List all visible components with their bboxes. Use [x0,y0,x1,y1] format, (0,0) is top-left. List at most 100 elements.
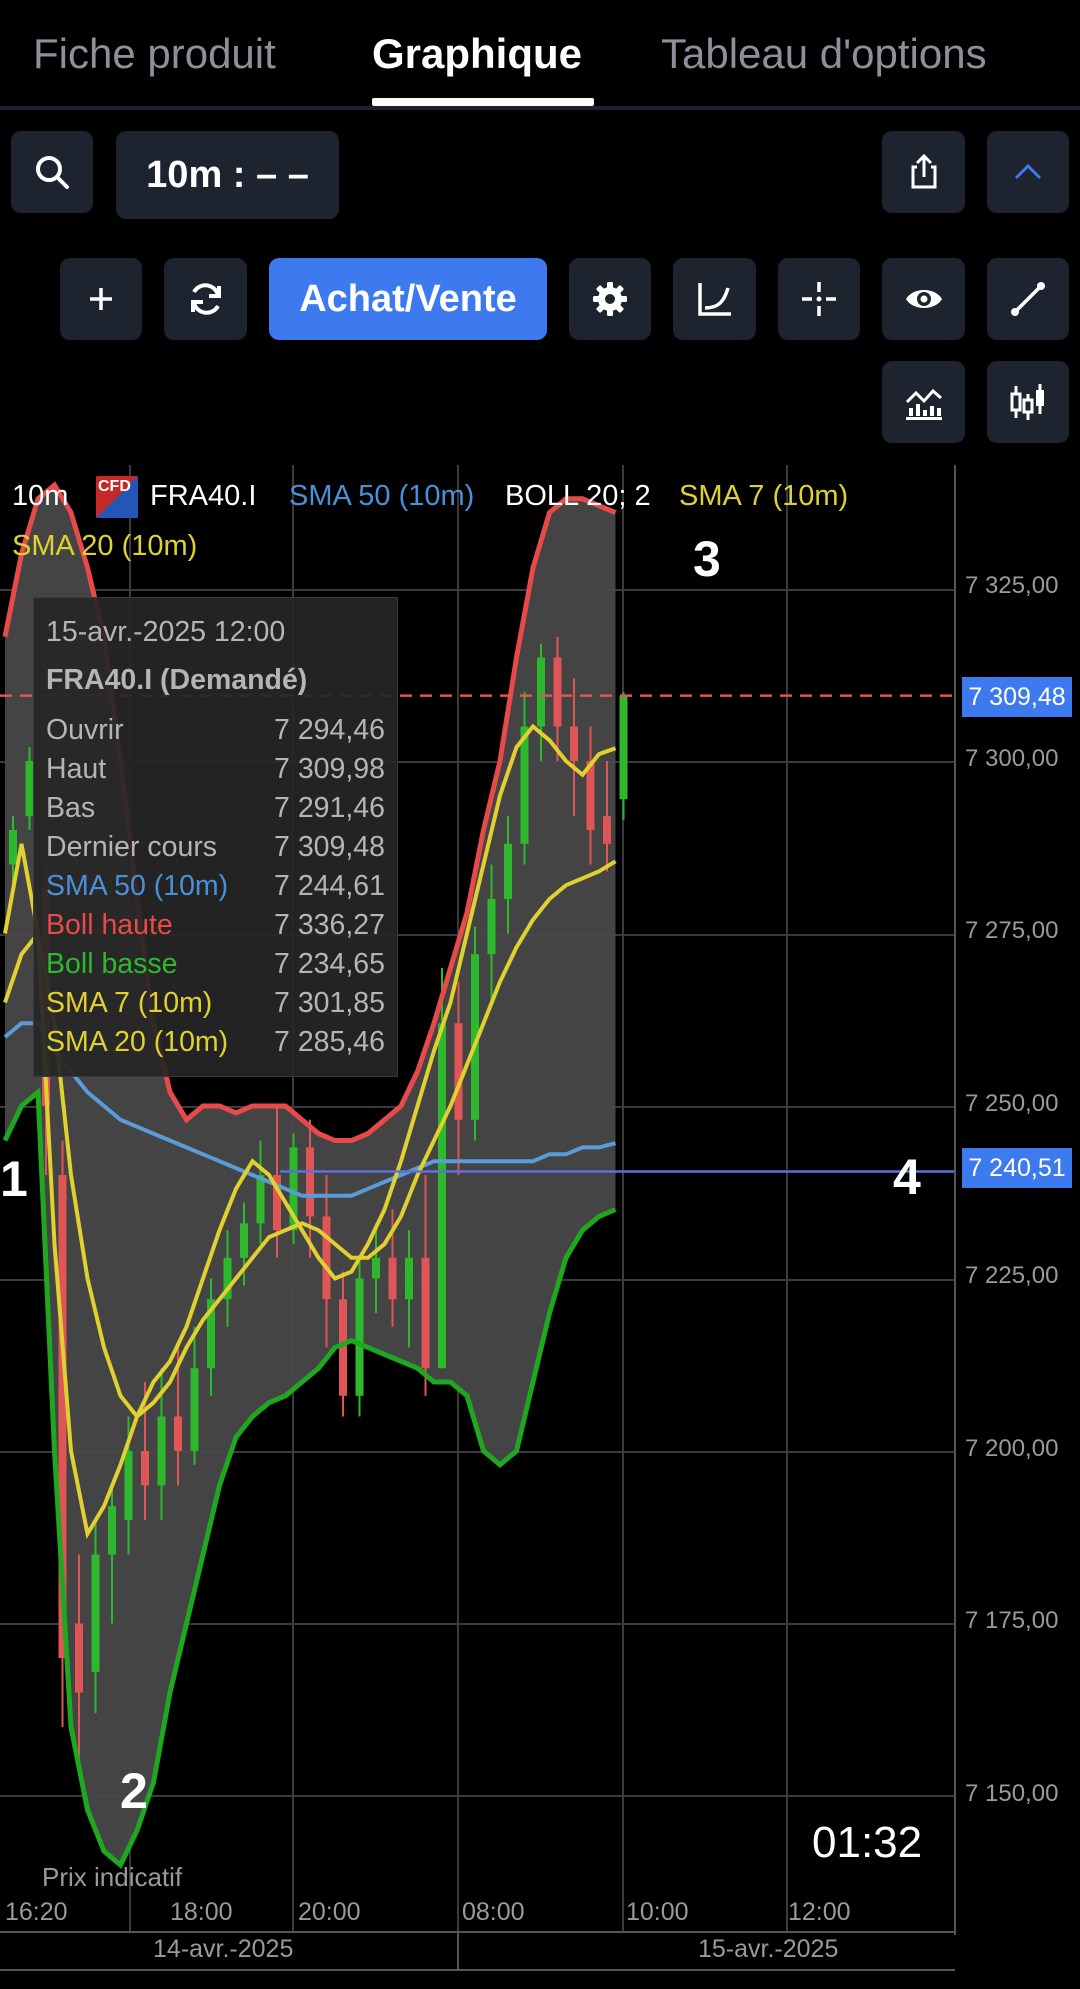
tooltip-row: SMA 20 (10m) 7 285,46 [46,1026,385,1062]
tooltip-row: Dernier cours 7 309,48 [46,831,385,867]
time-axis-label: 20:00 [298,1898,361,1926]
hline-price-flag: 7 240,51 [962,1148,1072,1188]
tooltip-row-value: 7 244,61 [274,870,385,902]
candle-body [619,695,628,800]
buy-sell-button[interactable]: Achat/Vente [269,258,547,340]
tooltip-row-value: 7 309,98 [274,753,385,785]
tab-graphique[interactable]: Graphique [372,30,582,78]
candle-body [75,1623,83,1693]
time-axis-label: 08:00 [462,1898,525,1926]
price-axis-label: 7 150,00 [965,1779,1059,1807]
active-tab-indicator [372,98,594,106]
candle-body [372,1257,380,1279]
time-axis-label: 12:00 [788,1898,851,1926]
refresh-icon [190,283,221,315]
candle-body [157,1416,166,1486]
candle-body [141,1451,149,1486]
refresh-button[interactable] [164,258,247,340]
cfd-badge-text: CFD [98,478,131,495]
price-axis-label: 7 275,00 [965,917,1059,944]
tooltip-row-value: 7 291,46 [274,792,385,824]
candlestick-icon [1010,384,1044,420]
add-button[interactable] [60,258,142,340]
indicative-price-label: Prix indicatif [42,1862,183,1892]
eye-icon [905,290,942,308]
crosshair-button[interactable] [778,258,860,340]
price-axis-label: 7 225,00 [965,1262,1059,1289]
candle-body [421,1257,430,1369]
candle-body [190,1368,199,1451]
time-axis-label: 10:00 [626,1898,689,1926]
boll-legend[interactable]: BOLL 20; 2 [505,480,651,513]
tooltip-row-label: SMA 7 (10m) [46,987,213,1019]
sma7-legend[interactable]: SMA 7 (10m) [679,480,848,513]
price-axis-label: 7 200,00 [965,1434,1059,1462]
time-axis-label: 16:20 [5,1898,68,1926]
tooltip-row: Bas 7 291,46 [46,792,385,828]
price-axis-label: 7 250,00 [965,1089,1059,1117]
gear-icon [593,282,627,316]
sma20-legend[interactable]: SMA 20 (10m) [12,530,197,563]
price-axis-label: 7 300,00 [965,744,1059,772]
annotation-marker-1: 1 [0,1151,28,1207]
candle-body [438,1023,446,1369]
crosshair-icon [802,282,836,316]
candle-body [537,657,545,727]
candle-body [504,843,512,899]
candle-body [240,1223,248,1258]
candle-body [454,1023,463,1120]
candle-body [388,1257,397,1300]
candle-body [9,830,17,865]
tooltip-row: SMA 50 (10m) 7 244,61 [46,870,385,906]
tooltip-row-label: Bas [46,792,96,824]
chart-symbol-label: FRA40.I [150,480,257,512]
tooltip-datetime: 15-avr.-2025 12:00 [46,616,286,648]
tab-tableau-options[interactable]: Tableau d'options [661,30,987,78]
tooltip-row-label: Haut [46,753,107,785]
candle-body [306,1147,314,1217]
indicators-button[interactable] [882,361,965,443]
tooltip-row-label: SMA 50 (10m) [46,870,229,902]
candle-body [553,657,562,727]
visibility-button[interactable] [882,258,965,340]
tooltip-row-label: Ouvrir [46,714,124,746]
draw-line-button[interactable] [987,258,1069,340]
tooltip-row-value: 7 294,46 [274,714,385,746]
share-button[interactable] [882,131,965,213]
search-icon [36,156,69,189]
tooltip-row: SMA 7 (10m) 7 301,85 [46,987,385,1023]
tooltip-row-value: 7 234,65 [274,948,385,980]
tooltip-row: Ouvrir 7 294,46 [46,714,385,750]
chart-type-button[interactable] [987,361,1069,443]
tab-fiche-produit[interactable]: Fiche produit [33,30,276,78]
tooltip-row-value: 7 336,27 [274,909,385,941]
interval-selector[interactable]: 10m : – – [116,131,339,219]
candle-body [174,1416,182,1451]
search-button[interactable] [11,131,93,213]
chart-interval-label: 10m [12,480,69,512]
curve-button[interactable] [673,258,756,340]
settings-button[interactable] [569,258,651,340]
tooltip-row: Haut 7 309,98 [46,753,385,789]
candle-body [256,1175,265,1224]
tooltip-row-label: Boll basse [46,948,178,980]
candle-body [405,1257,413,1300]
tab-bar: Fiche produit Graphique Tableau d'option… [0,0,1080,110]
annotation-marker-3: 3 [693,531,721,587]
candle-body [487,899,496,955]
share-icon [911,153,936,189]
tooltip-row-value: 7 301,85 [274,987,385,1019]
annotation-marker-4: 4 [893,1149,921,1205]
collapse-button[interactable] [987,131,1069,213]
candle-body [570,726,578,761]
curve-icon [697,283,731,316]
price-axis-label: 7 325,00 [965,572,1059,599]
candle-countdown: 01:32 [812,1818,923,1867]
date-label-14: 14-avr.-2025 [153,1935,294,1963]
annotation-marker-2: 2 [120,1763,148,1819]
cfd-badge: CFD [96,476,138,518]
time-axis-label: 18:00 [170,1898,233,1926]
sma50-legend[interactable]: SMA 50 (10m) [289,480,474,513]
last-price-flag: 7 309,48 [962,677,1072,717]
date-label-15: 15-avr.-2025 [698,1935,839,1963]
